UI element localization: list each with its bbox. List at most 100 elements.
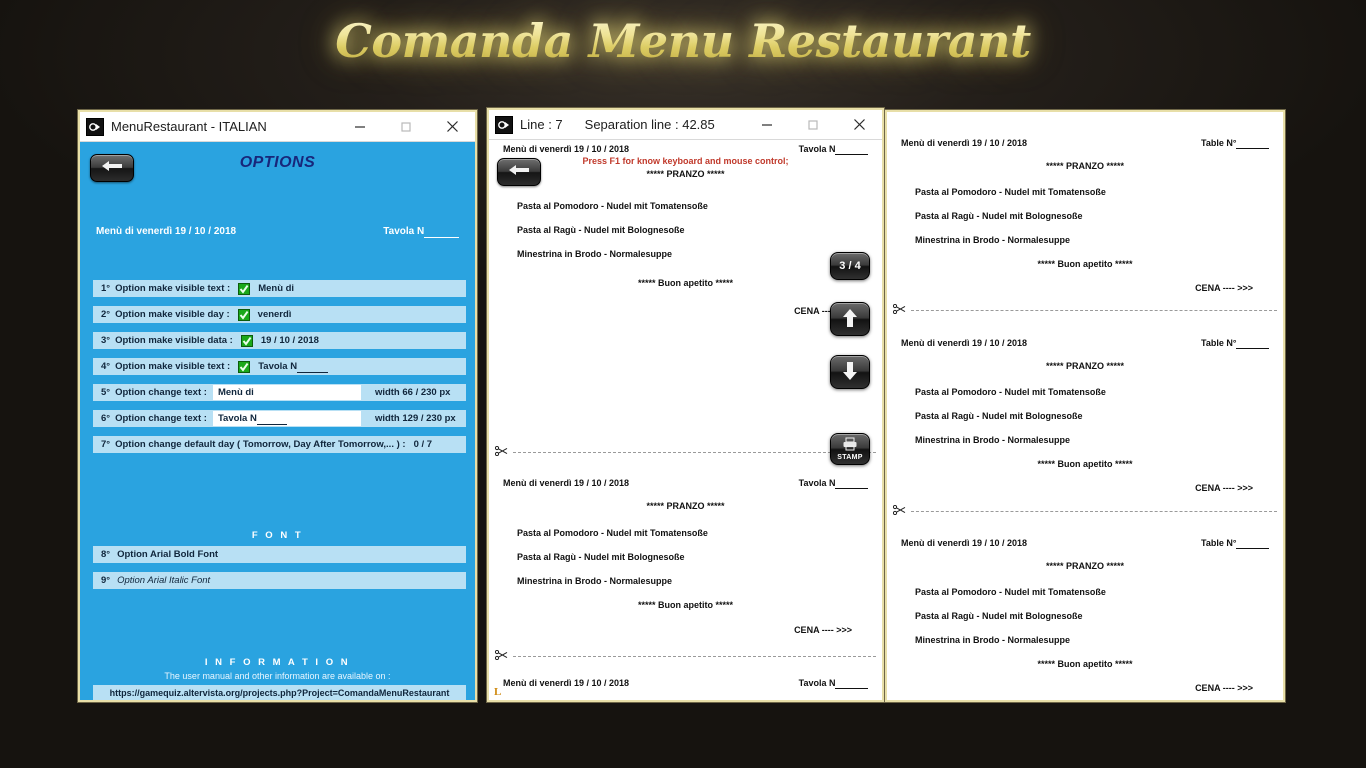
- option-row-7[interactable]: 7° Option change default day ( Tomorrow,…: [93, 436, 466, 453]
- preview-ticket-3: Menù di venerdì 19 / 10 / 2018 Tavola N …: [489, 678, 882, 700]
- ticket-footer: ***** Buon apetito *****: [637, 600, 734, 610]
- scissors-icon: [892, 301, 907, 319]
- options-window-title: MenuRestaurant - ITALIAN: [111, 119, 267, 134]
- font-option-row-8[interactable]: 8° Option Arial Bold Font: [93, 546, 466, 563]
- option-row-1[interactable]: 1° Option make visible text : Menù di: [93, 280, 466, 297]
- close-icon[interactable]: [429, 112, 475, 141]
- preview-window: Line : 7 Separation line : 42.85 Menù di…: [487, 108, 884, 702]
- scroll-up-button[interactable]: [830, 302, 870, 336]
- ticket-meal: ***** PRANZO *****: [1045, 561, 1125, 571]
- option-value: 19 / 10 / 2018: [260, 335, 319, 346]
- preview-back-button[interactable]: [497, 158, 541, 186]
- page-counter-button[interactable]: 3 / 4: [830, 252, 870, 280]
- ticket-table-label: Table N°: [1201, 538, 1269, 549]
- checkmark-icon[interactable]: [237, 308, 250, 321]
- option-value: Tavola N: [258, 361, 328, 373]
- scroll-down-button[interactable]: [830, 355, 870, 389]
- option-label: Option make visible text :: [115, 361, 231, 372]
- option-row-4[interactable]: 4° Option make visible text : Tavola N: [93, 358, 466, 375]
- cut-line-dash: [513, 451, 876, 453]
- option-label: Option change default day ( Tomorrow, Da…: [115, 439, 406, 450]
- ticket-date: Menù di venerdì 19 / 10 / 2018: [901, 138, 1028, 148]
- app-icon: [495, 115, 513, 134]
- stamp-print-button[interactable]: STAMP: [830, 433, 870, 465]
- checkmark-icon[interactable]: [240, 334, 253, 347]
- ticket-item: Pasta al Pomodoro - Nudel mit Tomatensoß…: [517, 528, 708, 538]
- preview-separation-line: Separation line : 42.85: [584, 117, 715, 132]
- ticket-item: Pasta al Ragù - Nudel mit Bolognesoße: [517, 225, 685, 235]
- ticket-table-label: Tavola N: [799, 478, 868, 489]
- minimize-icon[interactable]: [337, 112, 383, 141]
- ticket-next-meal: CENA ---- >>>: [1195, 683, 1253, 693]
- print-ticket-1: Menù di venerdì 19 / 10 / 2018 Table N° …: [887, 138, 1283, 293]
- corner-mark: L: [494, 686, 502, 698]
- maximize-icon[interactable]: [790, 110, 836, 139]
- option-row-6[interactable]: 6° Option change text : Tavola N width 1…: [93, 410, 466, 427]
- option-row-5[interactable]: 5° Option change text : Menù di width 66…: [93, 384, 466, 401]
- stamp-button-label: STAMP: [837, 453, 863, 461]
- ticket-item: Pasta al Ragù - Nudel mit Bolognesoße: [915, 611, 1083, 621]
- close-icon[interactable]: [836, 110, 882, 139]
- ticket-item: Minestrina in Brodo - Normalesuppe: [915, 635, 1071, 645]
- option-number: 6°: [101, 413, 111, 424]
- option-row-3[interactable]: 3° Option make visible data : 19 / 10 / …: [93, 332, 466, 349]
- scissors-icon: [494, 443, 509, 461]
- option-number: 8°: [101, 549, 111, 560]
- print-preview-body: Menù di venerdì 19 / 10 / 2018 Table N° …: [887, 112, 1283, 700]
- page-title: Comanda Menu Restaurant: [335, 14, 1031, 68]
- ticket-item: Pasta al Pomodoro - Nudel mit Tomatensoß…: [915, 587, 1106, 597]
- ticket-header: Menù di venerdì 19 / 10 / 2018 Tavola N: [503, 678, 868, 689]
- ticket-header: Menù di venerdì 19 / 10 / 2018 Table N°: [901, 138, 1269, 149]
- option-value: venerdì: [257, 309, 292, 320]
- preview-ticket-2: Menù di venerdì 19 / 10 / 2018 Tavola N …: [489, 478, 882, 635]
- option-label: Option change text :: [115, 387, 207, 398]
- option-label: Option make visible text :: [115, 283, 231, 294]
- checkmark-icon[interactable]: [238, 360, 251, 373]
- options-window: MenuRestaurant - ITALIAN OPTIONS Menù di…: [78, 110, 477, 702]
- option-text-input-5[interactable]: Menù di: [212, 385, 361, 400]
- ticket-next-meal: CENA ---- >>>: [1195, 483, 1253, 493]
- option-label: Option Arial Italic Font: [117, 575, 211, 586]
- arrow-up-icon: [841, 307, 859, 332]
- printer-icon: [842, 437, 858, 454]
- cut-line-1: [494, 445, 876, 457]
- options-titlebar[interactable]: MenuRestaurant - ITALIAN: [80, 112, 475, 142]
- ticket-item: Pasta al Ragù - Nudel mit Bolognesoße: [517, 552, 685, 562]
- font-section-title: F O N T: [251, 530, 304, 541]
- preview-ticket-1: Menù di venerdì 19 / 10 / 2018 Tavola N …: [489, 144, 882, 316]
- option-row-2[interactable]: 2° Option make visible day : venerdì: [93, 306, 466, 323]
- ticket-next-meal: CENA ---- >>>: [794, 625, 852, 635]
- information-subtitle: The user manual and other information ar…: [164, 671, 391, 681]
- maximize-icon[interactable]: [383, 112, 429, 141]
- ticket-date: Menù di venerdì 19 / 10 / 2018: [901, 538, 1028, 548]
- back-arrow-icon: [506, 163, 532, 182]
- information-section-title: I N F O R M A T I O N: [204, 657, 351, 668]
- option-number: 7°: [101, 439, 111, 450]
- font-option-row-9[interactable]: 9° Option Arial Italic Font: [93, 572, 466, 589]
- option-text-input-6[interactable]: Tavola N: [212, 411, 361, 426]
- ticket-date: Menù di venerdì 19 / 10 / 2018: [901, 338, 1028, 348]
- preview-titlebar[interactable]: Line : 7 Separation line : 42.85: [489, 110, 882, 140]
- option-number: 3°: [101, 335, 111, 346]
- ticket-table-label: Table N°: [1201, 138, 1269, 149]
- ticket-item: Pasta al Pomodoro - Nudel mit Tomatensoß…: [915, 387, 1106, 397]
- minimize-icon[interactable]: [744, 110, 790, 139]
- ticket-footer: ***** Buon apetito *****: [1037, 259, 1133, 269]
- keyboard-hint: Press F1 for know keyboard and mouse con…: [582, 156, 789, 166]
- options-list: 1° Option make visible text : Menù di 2°…: [93, 280, 466, 462]
- options-date-row: Menù di venerdì 19 / 10 / 2018 Tavola N: [80, 226, 475, 238]
- options-body: OPTIONS Menù di venerdì 19 / 10 / 2018 T…: [80, 142, 475, 700]
- options-table-label: Tavola N: [383, 226, 459, 238]
- ticket-item: Pasta al Pomodoro - Nudel mit Tomatensoß…: [915, 187, 1106, 197]
- ticket-header: Menù di venerdì 19 / 10 / 2018 Table N°: [901, 338, 1269, 349]
- ticket-item: Minestrina in Brodo - Normalesuppe: [517, 249, 673, 259]
- checkmark-icon[interactable]: [238, 282, 251, 295]
- options-window-controls: [337, 112, 475, 141]
- ticket-meal: ***** PRANZO *****: [1045, 361, 1125, 371]
- option-number: 5°: [101, 387, 111, 398]
- ticket-table-label: Tavola N: [799, 678, 868, 689]
- information-url-link[interactable]: https://gamequiz.altervista.org/projects…: [93, 685, 466, 700]
- ticket-meal: ***** PRANZO *****: [646, 501, 725, 511]
- option-label: Option change text :: [115, 413, 207, 424]
- ticket-item: Minestrina in Brodo - Normalesuppe: [517, 576, 673, 586]
